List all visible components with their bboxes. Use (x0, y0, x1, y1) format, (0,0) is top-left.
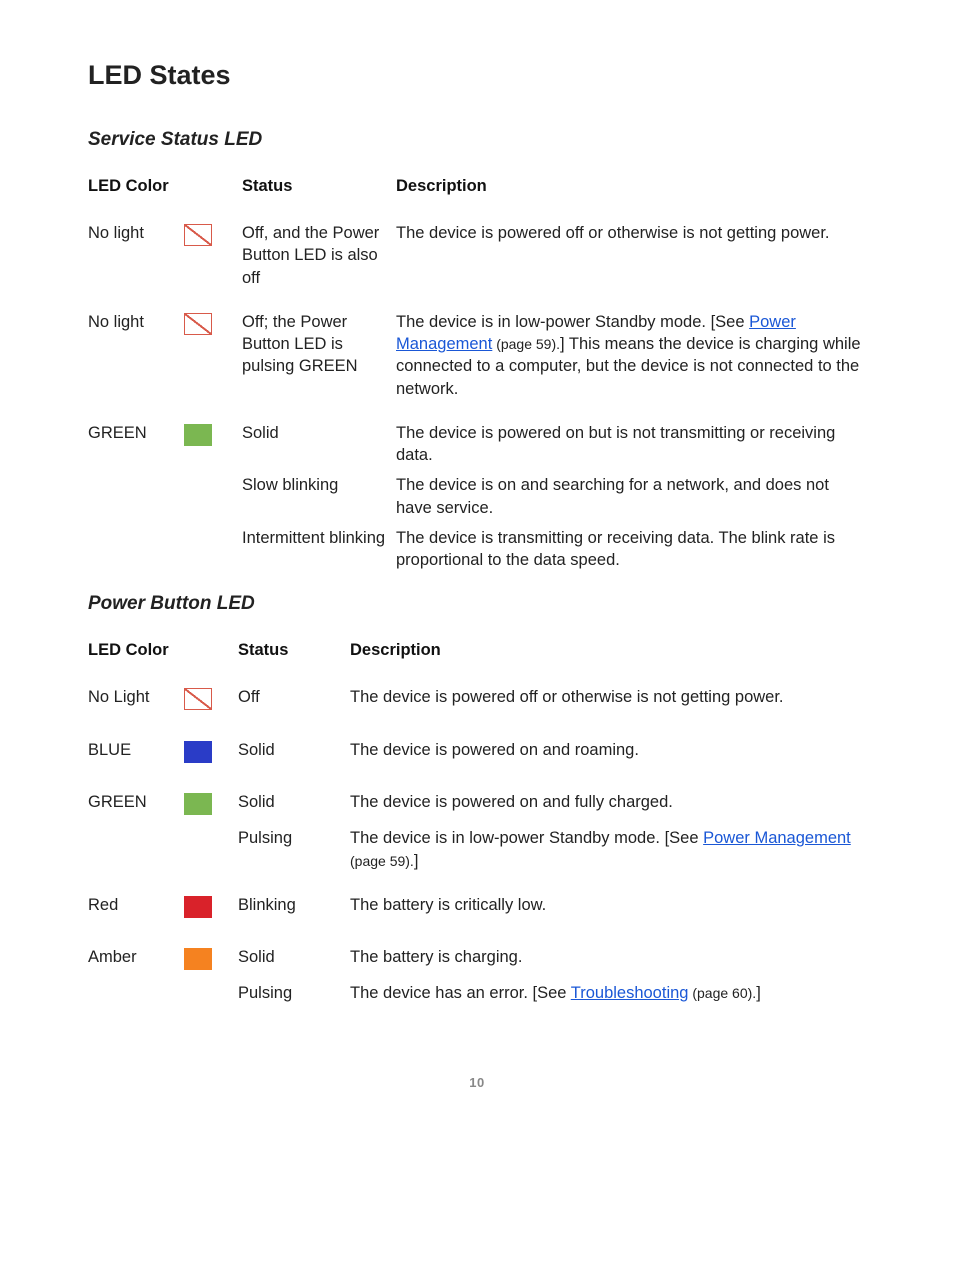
table-row: GREEN Solid The device is powered on but… (88, 422, 866, 467)
table-row: Slow blinking The device is on and searc… (88, 474, 866, 519)
col-header-status: Status (238, 641, 350, 660)
table-row: Red Blinking The battery is critically l… (88, 894, 866, 924)
cell-status: Pulsing (238, 982, 350, 1004)
table-header: LED Color Status Description (88, 177, 866, 196)
col-header-description: Description (350, 641, 866, 660)
swatch-no-light-icon (184, 688, 212, 710)
desc-text: The device has an error. [See (350, 984, 571, 1002)
link-power-management[interactable]: Power Management (703, 829, 851, 847)
cell-description: The device is powered on but is not tran… (396, 422, 866, 467)
table-row: No light Off; the Power Button LED is pu… (88, 311, 866, 400)
swatch-green-icon (184, 793, 212, 815)
cell-status: Solid (238, 791, 350, 813)
cell-status: Solid (238, 946, 350, 968)
swatch-no-light-icon (184, 313, 212, 335)
table-row: Amber Solid The battery is charging. (88, 946, 866, 976)
link-troubleshooting[interactable]: Troubleshooting (571, 984, 689, 1002)
col-header-color: LED Color (88, 177, 184, 196)
table-row: No light Off, and the Power Button LED i… (88, 222, 866, 289)
cell-color: Amber (88, 946, 184, 968)
swatch-green-icon (184, 424, 212, 446)
desc-text: The device is in low-power Standby mode.… (396, 313, 749, 331)
cell-description: The device is transmitting or receiving … (396, 527, 866, 572)
desc-text: ] (414, 852, 419, 870)
table-row: BLUE Solid The device is powered on and … (88, 739, 866, 769)
table-row: Pulsing The device is in low-power Stand… (88, 827, 866, 872)
cell-status: Off (238, 686, 350, 708)
section-heading-service-status: Service Status LED (88, 129, 866, 151)
page-ref: (page 59). (350, 853, 414, 869)
cell-description: The device is powered off or otherwise i… (396, 222, 866, 244)
cell-description: The device is powered off or otherwise i… (350, 686, 866, 708)
table-row: GREEN Solid The device is powered on and… (88, 791, 866, 821)
page-ref: (page 60). (688, 985, 756, 1001)
cell-description: The device is in low-power Standby mode.… (350, 827, 866, 872)
table-power-button: LED Color Status Description No Light Of… (88, 641, 866, 1004)
desc-text: ] (756, 984, 761, 1002)
table-row: Intermittent blinking The device is tran… (88, 527, 866, 572)
swatch-blue-icon (184, 741, 212, 763)
page-title: LED States (88, 60, 866, 91)
cell-status: Off; the Power Button LED is pulsing GRE… (242, 311, 396, 378)
swatch-red-icon (184, 896, 212, 918)
cell-status: Solid (238, 739, 350, 761)
cell-description: The device has an error. [See Troublesho… (350, 982, 866, 1004)
swatch-amber-icon (184, 948, 212, 970)
cell-description: The device is powered on and roaming. (350, 739, 866, 761)
table-header: LED Color Status Description (88, 641, 866, 660)
col-header-description: Description (396, 177, 866, 196)
swatch-no-light-icon (184, 224, 212, 246)
cell-color: No light (88, 311, 184, 333)
cell-color: GREEN (88, 791, 184, 813)
cell-color: Red (88, 894, 184, 916)
cell-description: The device is in low-power Standby mode.… (396, 311, 866, 400)
page-ref: (page 59). (492, 336, 560, 352)
cell-status: Solid (242, 422, 396, 444)
cell-color: No Light (88, 686, 184, 708)
cell-status: Pulsing (238, 827, 350, 849)
cell-color: No light (88, 222, 184, 244)
cell-color: GREEN (88, 422, 184, 444)
table-row: No Light Off The device is powered off o… (88, 686, 866, 716)
cell-description: The device is on and searching for a net… (396, 474, 866, 519)
cell-status: Off, and the Power Button LED is also of… (242, 222, 396, 289)
table-service-status: LED Color Status Description No light Of… (88, 177, 866, 571)
cell-status: Intermittent blinking (242, 527, 396, 549)
cell-color: BLUE (88, 739, 184, 761)
cell-description: The battery is critically low. (350, 894, 866, 916)
section-heading-power-button: Power Button LED (88, 593, 866, 615)
col-header-color: LED Color (88, 641, 184, 660)
col-header-status: Status (242, 177, 396, 196)
cell-status: Slow blinking (242, 474, 396, 496)
cell-description: The device is powered on and fully charg… (350, 791, 866, 813)
page-number: 10 (88, 1075, 866, 1090)
desc-text: The device is in low-power Standby mode.… (350, 829, 703, 847)
cell-description: The battery is charging. (350, 946, 866, 968)
table-row: Pulsing The device has an error. [See Tr… (88, 982, 866, 1004)
cell-status: Blinking (238, 894, 350, 916)
